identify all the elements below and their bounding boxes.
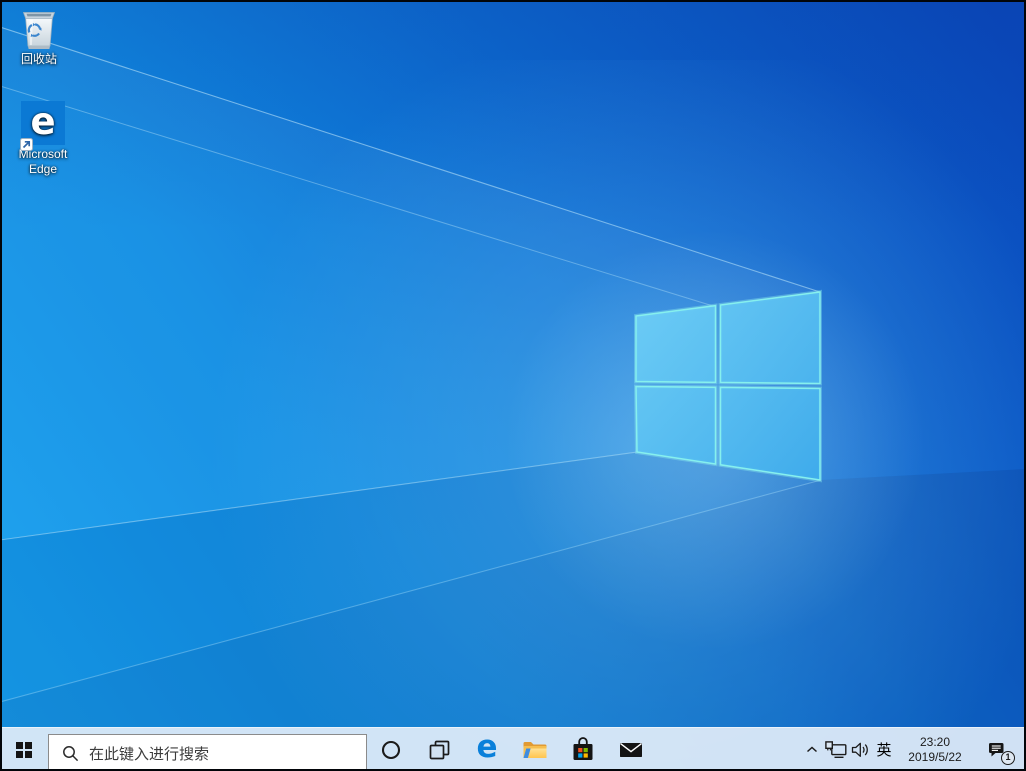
clock-date: 2019/5/22	[908, 750, 961, 765]
taskbar-button-task-view[interactable]	[415, 728, 463, 771]
screen: 回收站 e Microsoft Edge 在此键入进行搜索	[0, 0, 1026, 771]
tray-network[interactable]	[824, 728, 848, 771]
start-button[interactable]	[0, 728, 48, 771]
taskbar-button-microsoft-store[interactable]	[559, 728, 607, 771]
desktop-icon-recycle-bin[interactable]: 回收站	[1, 8, 77, 67]
edge-icon: e	[476, 732, 497, 763]
search-icon	[62, 745, 79, 762]
task-view-icon	[429, 740, 450, 760]
shortcut-arrow-icon	[20, 138, 33, 151]
recycle-bin-icon	[19, 8, 59, 50]
tray-action-center[interactable]: 1	[974, 728, 1018, 771]
network-ethernet-icon	[825, 741, 847, 759]
edge-e-glyph: e	[30, 103, 55, 140]
taskbar-button-microsoft-edge[interactable]: e	[463, 728, 511, 771]
taskbar-button-file-explorer[interactable]	[511, 728, 559, 771]
tray-show-hidden-icons[interactable]	[800, 728, 824, 771]
recycle-bin-label: 回收站	[1, 52, 77, 67]
cortana-icon	[381, 740, 401, 760]
system-tray: 英 23:20 2019/5/22 1	[800, 728, 1026, 771]
taskbar: 在此键入进行搜索 e	[0, 727, 1026, 771]
tray-clock[interactable]: 23:20 2019/5/22	[896, 728, 974, 771]
file-explorer-icon	[522, 739, 548, 760]
notification-count-badge: 1	[1001, 751, 1015, 765]
edge-label-line2: Edge	[5, 162, 81, 177]
taskbar-button-mail[interactable]	[607, 728, 655, 771]
desktop-icon-microsoft-edge[interactable]: e Microsoft Edge	[5, 99, 81, 177]
microsoft-store-icon	[572, 737, 594, 762]
chevron-up-icon	[806, 746, 818, 753]
volume-icon	[851, 742, 870, 758]
taskbar-button-cortana[interactable]	[367, 728, 415, 771]
ime-language-label: 英	[876, 739, 891, 760]
clock-time: 23:20	[920, 735, 950, 750]
mail-icon	[619, 741, 643, 759]
search-placeholder: 在此键入进行搜索	[89, 743, 209, 764]
tray-ime-indicator[interactable]: 英	[872, 728, 896, 771]
edge-label-line1: Microsoft	[5, 147, 81, 162]
windows-start-icon	[16, 742, 32, 758]
desktop-wallpaper[interactable]	[0, 0, 1026, 771]
edge-tile-icon: e	[21, 101, 65, 145]
tray-volume[interactable]	[848, 728, 872, 771]
taskbar-search-input[interactable]: 在此键入进行搜索	[48, 734, 367, 771]
